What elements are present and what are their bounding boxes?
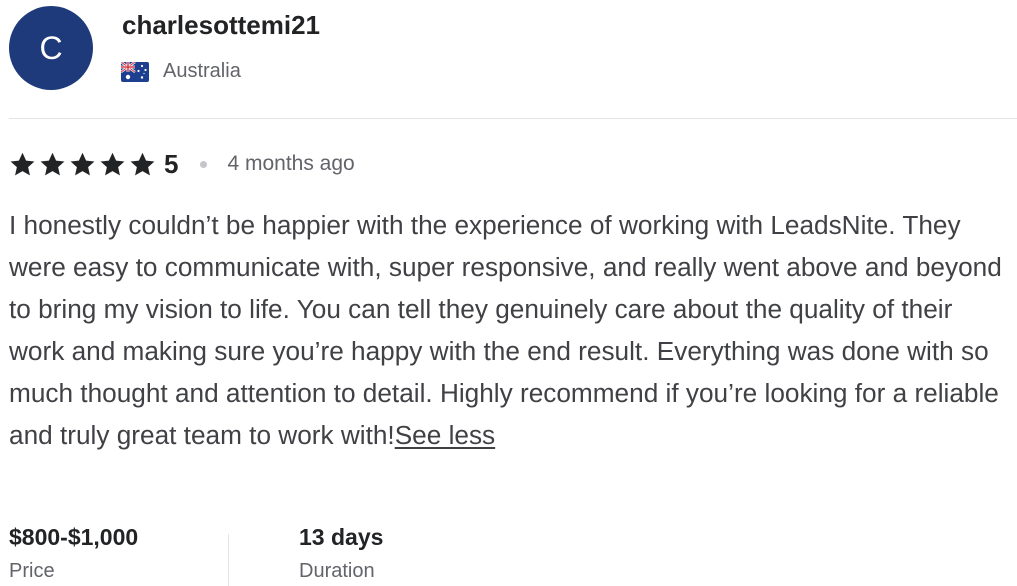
price-detail: $800-$1,000 Price [9,520,138,586]
australia-flag-icon [121,61,149,82]
review-body: I honestly couldn’t be happier with the … [9,210,1002,450]
price-value: $800-$1,000 [9,524,139,550]
separator-dot [200,160,208,168]
star-icon [40,152,65,175]
avatar[interactable]: C [9,6,93,90]
duration-value: 13 days [299,524,384,550]
reviewer-country: Australia [121,60,241,83]
duration-detail: 13 days Duration [299,520,383,586]
see-less-link[interactable]: See less [395,420,495,450]
divider [9,118,1017,119]
duration-label: Duration [299,560,375,582]
star-icon [100,152,125,175]
rating-value: 5 [164,148,179,179]
star-icon [130,152,155,175]
country-name: Australia [163,60,241,82]
details-separator [228,534,229,586]
review-time-ago: 4 months ago [227,152,355,175]
order-details: $800-$1,000 Price 13 days Duration [0,520,600,586]
review-text: I honestly couldn’t be happier with the … [9,204,1014,456]
rating-row: 5 4 months ago [9,148,355,180]
star-icon [70,152,95,175]
price-label: Price [9,560,55,582]
star-icon [10,152,35,175]
reviewer-username[interactable]: charlesottemi21 [122,10,320,41]
avatar-initial: C [39,29,63,66]
star-rating [9,151,156,178]
